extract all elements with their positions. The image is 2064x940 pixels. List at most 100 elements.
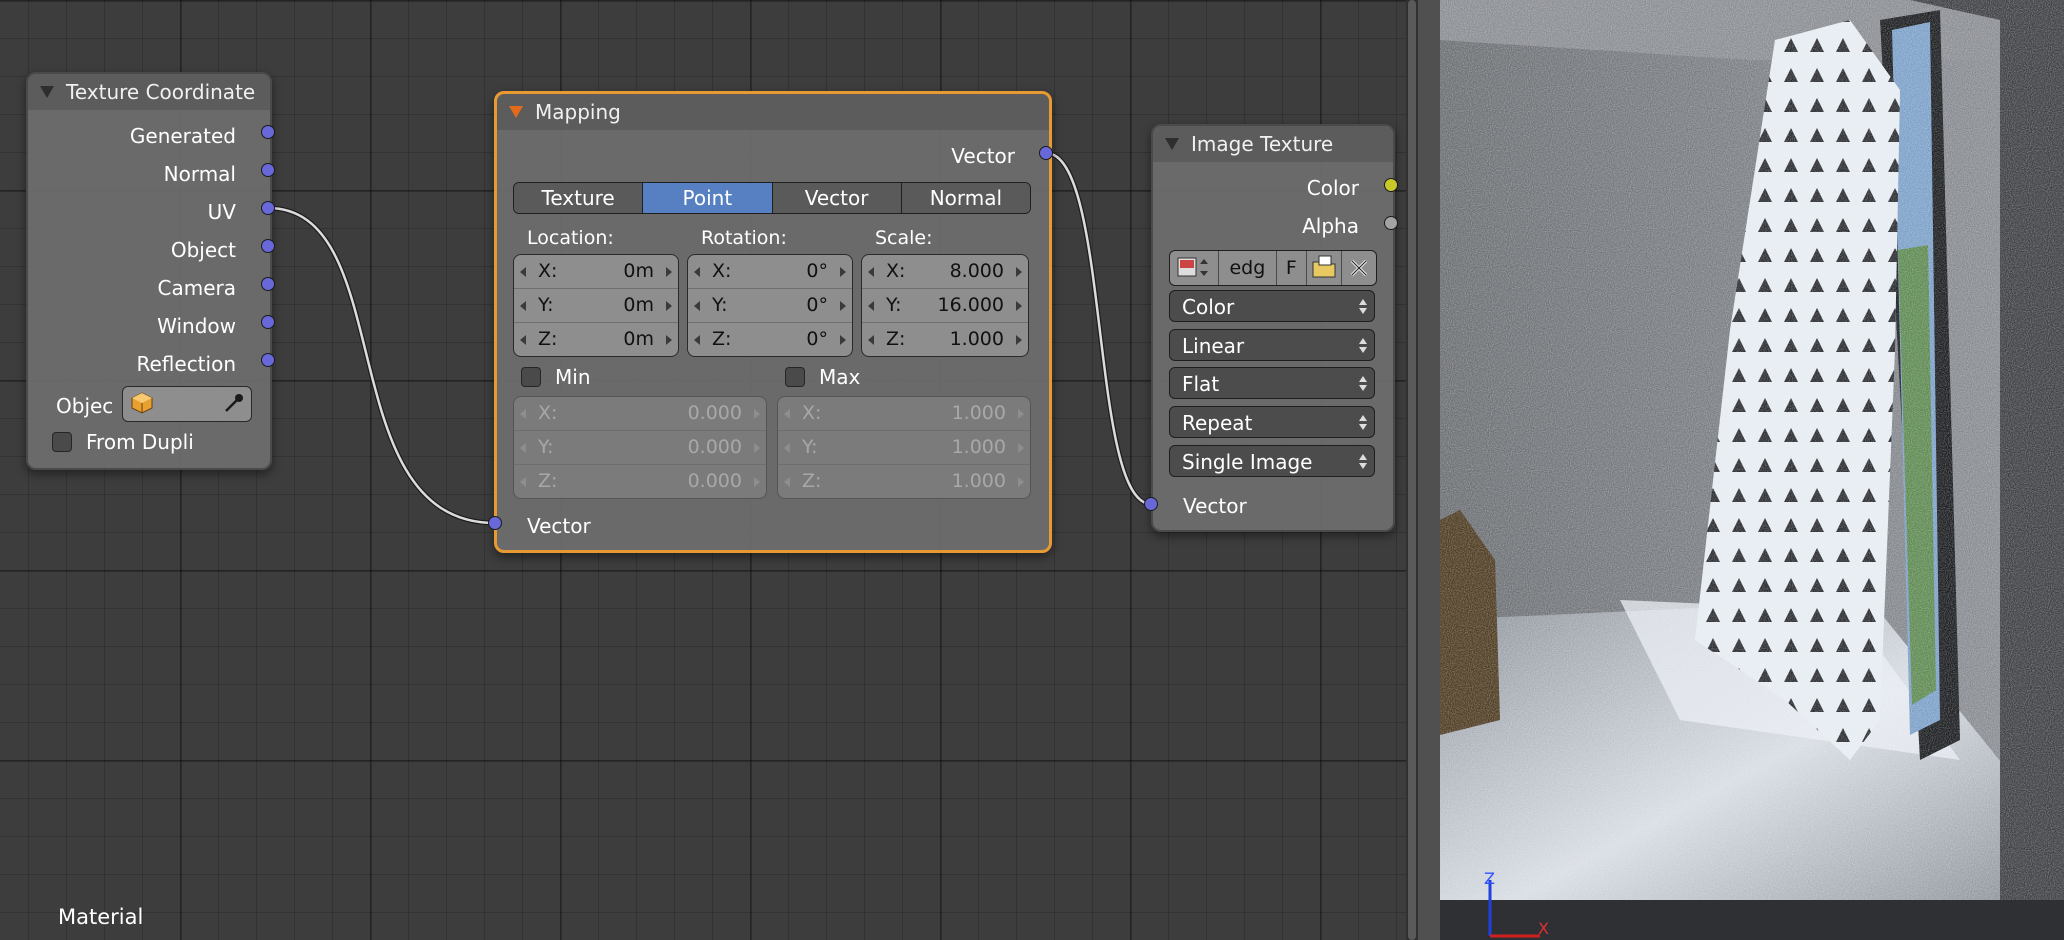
output-camera-label: Camera <box>157 276 237 300</box>
scale-x-field[interactable]: X: 8.000 <box>862 255 1028 289</box>
min-x-field[interactable]: X: 0.000 <box>514 397 766 431</box>
socket-window[interactable] <box>261 315 275 329</box>
cube-icon <box>131 392 153 414</box>
mapping-node[interactable]: Mapping Vector Texture Point Vector Norm… <box>494 91 1052 553</box>
location-z-field[interactable]: Z: 0m <box>514 323 678 356</box>
output-uv-label: UV <box>207 200 236 224</box>
eyedropper-icon[interactable] <box>223 392 245 414</box>
node-title: Mapping <box>535 100 621 124</box>
rotation-x-field[interactable]: X: 0° <box>688 255 852 289</box>
node-title: Image Texture <box>1191 132 1334 156</box>
min-label: Min <box>555 365 591 389</box>
node-title: Texture Coordinate <box>66 80 256 104</box>
collapse-triangle-icon[interactable] <box>509 106 523 118</box>
image-browse-icon[interactable] <box>1170 251 1219 285</box>
socket-normal[interactable] <box>261 163 275 177</box>
output-generated-label: Generated <box>129 124 236 148</box>
max-y-field[interactable]: Y: 1.000 <box>778 431 1030 465</box>
socket-generated[interactable] <box>261 125 275 139</box>
projection-dropdown[interactable]: Flat <box>1169 367 1375 399</box>
output-normal-label: Normal <box>163 162 236 186</box>
image-selector: edg F <box>1169 250 1377 286</box>
vector-type-selector[interactable]: Texture Point Vector Normal <box>513 182 1031 214</box>
socket-object[interactable] <box>261 239 275 253</box>
collapse-triangle-icon[interactable] <box>1165 138 1179 150</box>
collapse-triangle-icon[interactable] <box>40 86 54 98</box>
object-picker[interactable] <box>122 386 252 422</box>
area-divider[interactable] <box>1418 0 1440 940</box>
scale-y-field[interactable]: Y: 16.000 <box>862 289 1028 323</box>
mapping-output-vector-socket[interactable] <box>1039 146 1053 160</box>
min-fields: X: 0.000 Y: 0.000 Z: 0.000 <box>513 396 767 499</box>
editor-scrollbar[interactable] <box>1408 0 1416 940</box>
output-object-label: Object <box>170 238 236 262</box>
min-z-field[interactable]: Z: 0.000 <box>514 465 766 498</box>
rotation-fields: X: 0° Y: 0° Z: 0° <box>687 254 853 357</box>
min-checkbox[interactable] <box>521 367 541 387</box>
texture-coordinate-node[interactable]: Texture Coordinate Generated Normal UV O… <box>26 72 272 470</box>
type-point-button[interactable]: Point <box>643 183 773 213</box>
extension-value: Repeat <box>1182 411 1253 435</box>
scale-fields: X: 8.000 Y: 16.000 Z: 1.000 <box>861 254 1029 357</box>
dropdown-arrows-icon <box>1358 452 1368 472</box>
editor-context-label: Material <box>58 905 144 929</box>
output-reflection-label: Reflection <box>136 352 236 376</box>
rotation-label: Rotation: <box>701 227 787 249</box>
input-vector-label: Vector <box>1183 494 1247 518</box>
output-window-label: Window <box>157 314 236 338</box>
type-normal-button[interactable]: Normal <box>901 183 1030 213</box>
node-editor[interactable]: Texture Coordinate Generated Normal UV O… <box>0 0 1406 940</box>
extension-dropdown[interactable]: Repeat <box>1169 406 1375 438</box>
location-fields: X: 0m Y: 0m Z: 0m <box>513 254 679 357</box>
link-mapping-to-image <box>1045 150 1152 507</box>
max-z-field[interactable]: Z: 1.000 <box>778 465 1030 498</box>
image-texture-node[interactable]: Image Texture Color Alpha edg F Color Li… <box>1151 124 1395 532</box>
input-vector-label: Vector <box>527 514 591 538</box>
projection-value: Flat <box>1182 372 1220 396</box>
output-color-label: Color <box>1306 176 1359 200</box>
socket-camera[interactable] <box>261 277 275 291</box>
open-image-icon[interactable] <box>1307 251 1342 285</box>
source-value: Single Image <box>1182 450 1313 474</box>
fake-user-button[interactable]: F <box>1277 251 1307 285</box>
interpolation-dropdown[interactable]: Linear <box>1169 329 1375 361</box>
image-input-vector-socket[interactable] <box>1144 497 1158 511</box>
source-dropdown[interactable]: Single Image <box>1169 445 1375 477</box>
socket-reflection[interactable] <box>261 353 275 367</box>
type-vector-button[interactable]: Vector <box>772 183 902 213</box>
type-texture-button[interactable]: Texture <box>514 183 644 213</box>
location-x-field[interactable]: X: 0m <box>514 255 678 289</box>
node-header[interactable]: Image Texture <box>1153 126 1393 162</box>
max-checkbox[interactable] <box>785 367 805 387</box>
rendered-room-image: Z X <box>1440 0 2064 940</box>
dropdown-arrows-icon <box>1358 336 1368 356</box>
node-header[interactable]: Mapping <box>497 94 1049 130</box>
dropdown-arrows-icon <box>1358 413 1368 433</box>
max-fields: X: 1.000 Y: 1.000 Z: 1.000 <box>777 396 1031 499</box>
image-name-field[interactable]: edg <box>1219 251 1277 285</box>
image-alpha-socket[interactable] <box>1384 216 1398 230</box>
render-viewport[interactable]: Z X <box>1440 0 2064 940</box>
dropdown-arrows-icon <box>1358 374 1368 394</box>
mapping-input-vector-socket[interactable] <box>488 516 502 530</box>
socket-uv[interactable] <box>261 201 275 215</box>
location-y-field[interactable]: Y: 0m <box>514 289 678 323</box>
output-vector-label: Vector <box>951 144 1015 168</box>
min-y-field[interactable]: Y: 0.000 <box>514 431 766 465</box>
rotation-z-field[interactable]: Z: 0° <box>688 323 852 356</box>
color-space-value: Color <box>1182 295 1235 319</box>
scale-z-field[interactable]: Z: 1.000 <box>862 323 1028 356</box>
unlink-image-icon[interactable] <box>1342 251 1376 285</box>
location-label: Location: <box>527 227 614 249</box>
rotation-y-field[interactable]: Y: 0° <box>688 289 852 323</box>
svg-text:Z: Z <box>1484 869 1495 888</box>
interpolation-value: Linear <box>1182 334 1245 358</box>
output-alpha-label: Alpha <box>1302 214 1359 238</box>
color-space-dropdown[interactable]: Color <box>1169 290 1375 322</box>
image-color-socket[interactable] <box>1384 178 1398 192</box>
from-dupli-checkbox[interactable] <box>52 432 72 452</box>
max-x-field[interactable]: X: 1.000 <box>778 397 1030 431</box>
link-uv-to-mapping <box>267 205 496 526</box>
node-header[interactable]: Texture Coordinate <box>28 74 270 110</box>
svg-text:X: X <box>1538 919 1549 938</box>
